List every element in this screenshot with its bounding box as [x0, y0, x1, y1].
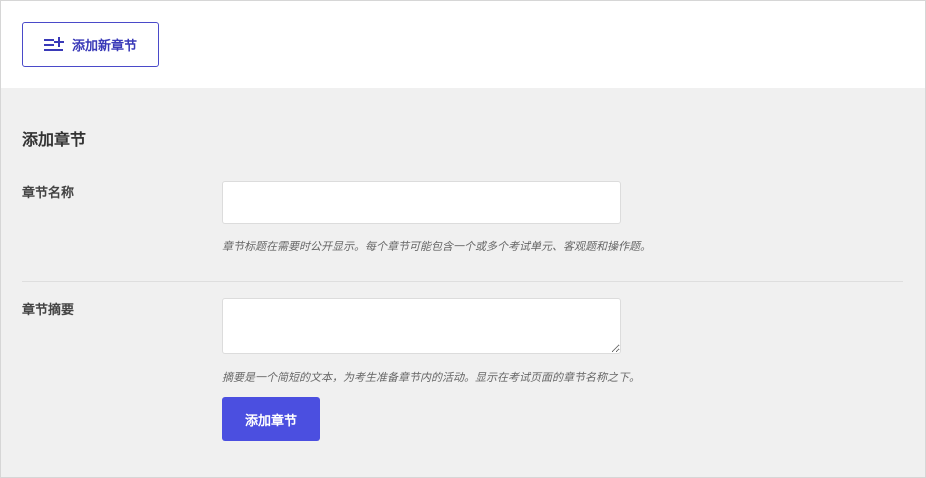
section-summary-textarea[interactable] — [222, 298, 621, 354]
add-section-submit-button[interactable]: 添加章节 — [222, 397, 320, 441]
section-name-label: 章节名称 — [22, 186, 75, 201]
toolbar: 添加新章节 — [1, 1, 925, 88]
section-summary-help: 摘要是一个简短的文本，为考生准备章节内的活动。显示在考试页面的章节名称之下。 — [222, 371, 640, 384]
page-frame: 添加新章节 添加章节 章节名称 章节标题在需要时公开显示。每个章节可能包含一个或… — [0, 0, 926, 478]
divider — [22, 281, 903, 282]
section-name-help: 章节标题在需要时公开显示。每个章节可能包含一个或多个考试单元、客观题和操作题。 — [222, 240, 651, 253]
list-add-icon — [43, 36, 64, 53]
add-new-section-label: 添加新章节 — [71, 39, 137, 54]
section-name-input[interactable] — [222, 181, 621, 224]
section-summary-label: 章节摘要 — [22, 303, 75, 318]
add-section-panel: 添加章节 章节名称 章节标题在需要时公开显示。每个章节可能包含一个或多个考试单元… — [1, 88, 925, 477]
add-new-section-button[interactable]: 添加新章节 — [22, 22, 159, 67]
panel-title: 添加章节 — [22, 130, 87, 149]
